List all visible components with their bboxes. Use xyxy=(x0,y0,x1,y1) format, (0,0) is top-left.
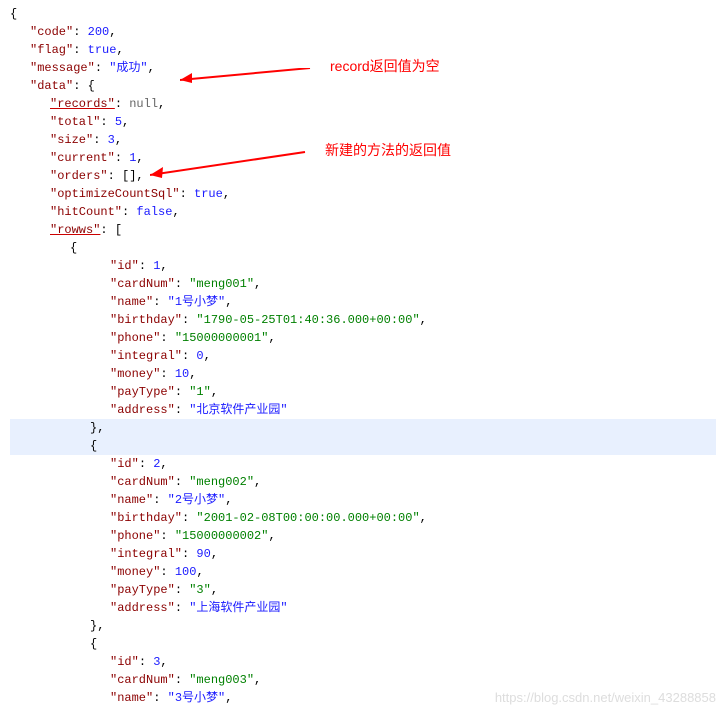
json-line: "birthday": "1790-05-25T01:40:36.000+00:… xyxy=(10,311,716,329)
json-line: "cardNum": "meng002", xyxy=(10,473,716,491)
json-line: "optimizeCountSql": true, xyxy=(10,185,716,203)
json-line: "money": 100, xyxy=(10,563,716,581)
json-line: "name": "1号小梦", xyxy=(10,293,716,311)
json-line: "integral": 90, xyxy=(10,545,716,563)
json-line: "money": 10, xyxy=(10,365,716,383)
json-line: "payType": "1", xyxy=(10,383,716,401)
json-viewer: { "code": 200, "flag": true, "message": … xyxy=(10,5,716,707)
json-line: "orders": [], xyxy=(10,167,716,185)
json-line: "records": null, xyxy=(10,95,716,113)
json-line: "phone": "15000000002", xyxy=(10,527,716,545)
json-line: "payType": "3", xyxy=(10,581,716,599)
json-line: "cardNum": "meng001", xyxy=(10,275,716,293)
json-line: "address": "上海软件产业园" xyxy=(10,599,716,617)
json-line: }, xyxy=(10,617,716,635)
json-line: "phone": "15000000001", xyxy=(10,329,716,347)
annotation-text: 新建的方法的返回值 xyxy=(325,140,451,161)
json-line: "total": 5, xyxy=(10,113,716,131)
json-line: "rowws": [ xyxy=(10,221,716,239)
json-line-highlighted: { xyxy=(10,437,716,455)
arrow-icon xyxy=(150,150,320,180)
json-line: "id": 3, xyxy=(10,653,716,671)
json-line: { xyxy=(10,635,716,653)
arrow-icon xyxy=(180,68,330,98)
json-line: "id": 1, xyxy=(10,257,716,275)
json-line: "code": 200, xyxy=(10,23,716,41)
annotation-text: record返回值为空 xyxy=(330,56,440,77)
json-line: "integral": 0, xyxy=(10,347,716,365)
json-line: "hitCount": false, xyxy=(10,203,716,221)
json-line: "birthday": "2001-02-08T00:00:00.000+00:… xyxy=(10,509,716,527)
json-line: "data": { xyxy=(10,77,716,95)
json-line: "cardNum": "meng003", xyxy=(10,671,716,689)
json-line: }, xyxy=(10,419,716,437)
json-line: "address": "北京软件产业园" xyxy=(10,401,716,419)
watermark: https://blog.csdn.net/weixin_43288858 xyxy=(495,688,716,708)
json-line: "id": 2, xyxy=(10,455,716,473)
json-line: "name": "2号小梦", xyxy=(10,491,716,509)
json-line: { xyxy=(10,239,716,257)
json-line: { xyxy=(10,5,716,23)
